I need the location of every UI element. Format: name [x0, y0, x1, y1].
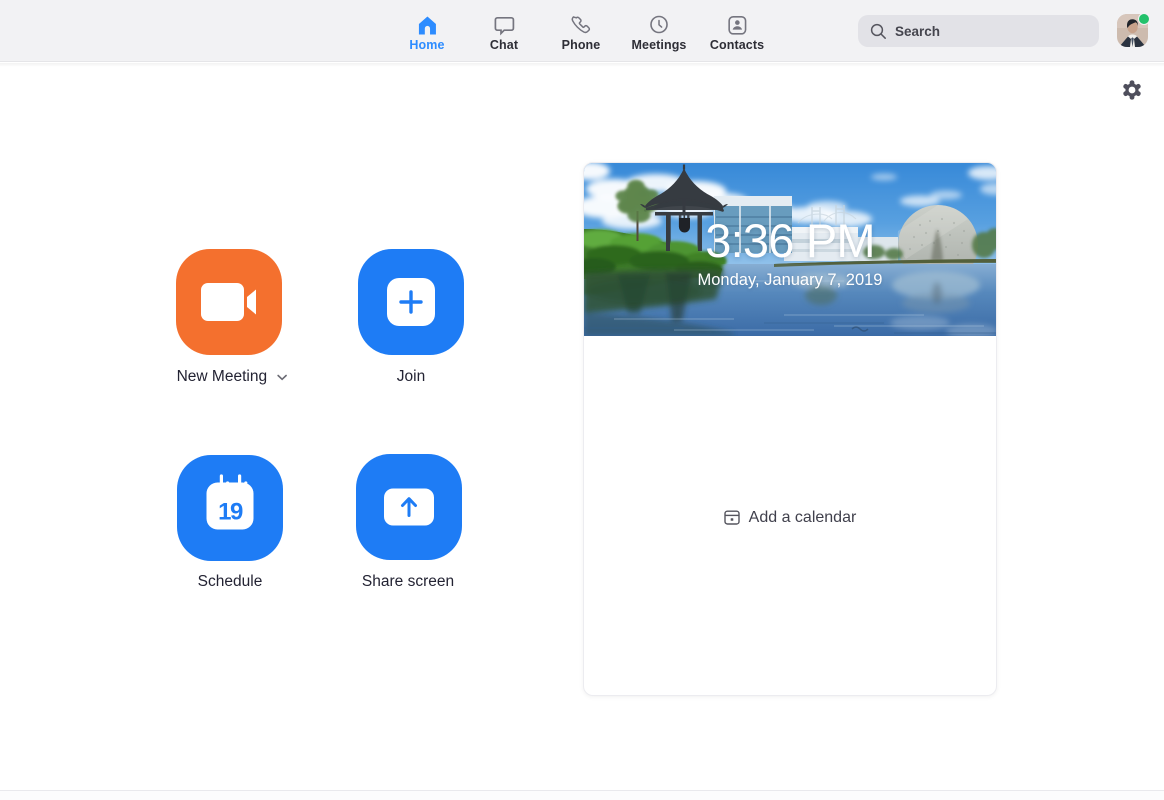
svg-text:19: 19: [218, 499, 243, 526]
